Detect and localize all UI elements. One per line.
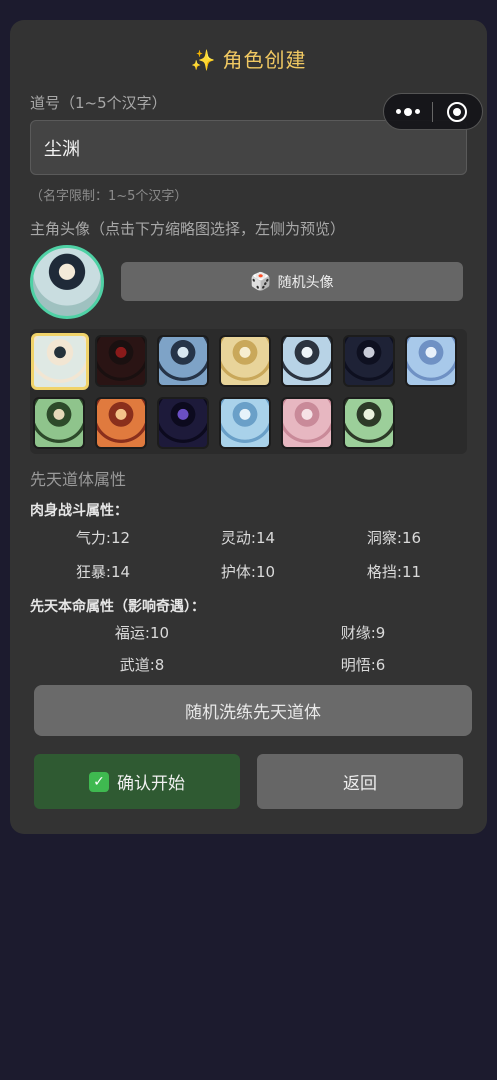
avatar-preview (30, 245, 104, 319)
fate-attributes-title: 先天本命属性（影响奇遇）： (30, 599, 205, 615)
confirm-start-button[interactable]: ✓ 确认开始 (34, 754, 240, 809)
attribute-stat: 洞察:16 (366, 529, 422, 547)
target-close-icon[interactable] (433, 101, 483, 122)
avatar-thumbnail[interactable] (95, 335, 147, 387)
avatar-thumbnail[interactable] (343, 335, 395, 387)
avatar-thumbnail[interactable] (219, 397, 271, 449)
reroll-attributes-button[interactable]: 随机洗练先天道体 (34, 685, 472, 736)
body-attributes-title: 肉身战斗属性： (30, 503, 128, 519)
avatar-thumbnail-grid (30, 329, 467, 454)
confirm-start-label: 确认开始 (117, 774, 185, 794)
name-hint: （名字限制：1~5个汉字） (30, 189, 188, 204)
random-avatar-button[interactable]: 🎲 随机头像 (121, 262, 463, 301)
character-creation-panel: ✨角色创建 道号（1~5个汉字） （名字限制：1~5个汉字） 主角头像（点击下方… (10, 20, 487, 834)
attribute-stat: 财缘:9 (340, 624, 386, 642)
page-title: ✨ 角色创建 (10, 44, 487, 73)
avatar-thumbnail[interactable] (405, 335, 457, 387)
mini-program-capsule (383, 93, 483, 130)
check-box-icon: ✓ (89, 771, 109, 792)
name-label: 道号（1~5个汉字） (30, 94, 167, 112)
avatar-thumbnail[interactable] (95, 397, 147, 449)
attribute-stat: 灵动:14 (220, 529, 276, 547)
avatar-thumbnail[interactable] (33, 397, 85, 449)
back-button[interactable]: 返回 (257, 754, 463, 809)
avatar-thumbnail[interactable] (343, 397, 395, 449)
avatar-label: 主角头像（点击下方缩略图选择，左侧为预览） (30, 220, 346, 238)
attribute-stat: 明悟:6 (340, 656, 386, 674)
avatar-thumbnail[interactable] (31, 333, 89, 390)
sparkles-icon: ✨ (190, 48, 217, 72)
attribute-stat: 气力:12 (75, 529, 131, 547)
attribute-stat: 狂暴:14 (75, 563, 131, 581)
attributes-section-title: 先天道体属性 (30, 470, 127, 489)
attribute-stat: 格挡:11 (366, 563, 422, 581)
avatar-thumbnail[interactable] (157, 397, 209, 449)
avatar-thumbnail[interactable] (281, 335, 333, 387)
attribute-stat: 福运:10 (114, 624, 170, 642)
dice-icon: 🎲 (250, 271, 272, 291)
attribute-stat: 护体:10 (220, 563, 276, 581)
avatar-thumbnail[interactable] (219, 335, 271, 387)
more-dots-icon[interactable] (384, 107, 432, 116)
avatar-thumbnail[interactable] (281, 397, 333, 449)
page-title-text: 角色创建 (222, 48, 307, 72)
avatar-thumbnail[interactable] (157, 335, 209, 387)
attribute-stat: 武道:8 (119, 656, 165, 674)
random-avatar-label: 随机头像 (277, 273, 334, 290)
